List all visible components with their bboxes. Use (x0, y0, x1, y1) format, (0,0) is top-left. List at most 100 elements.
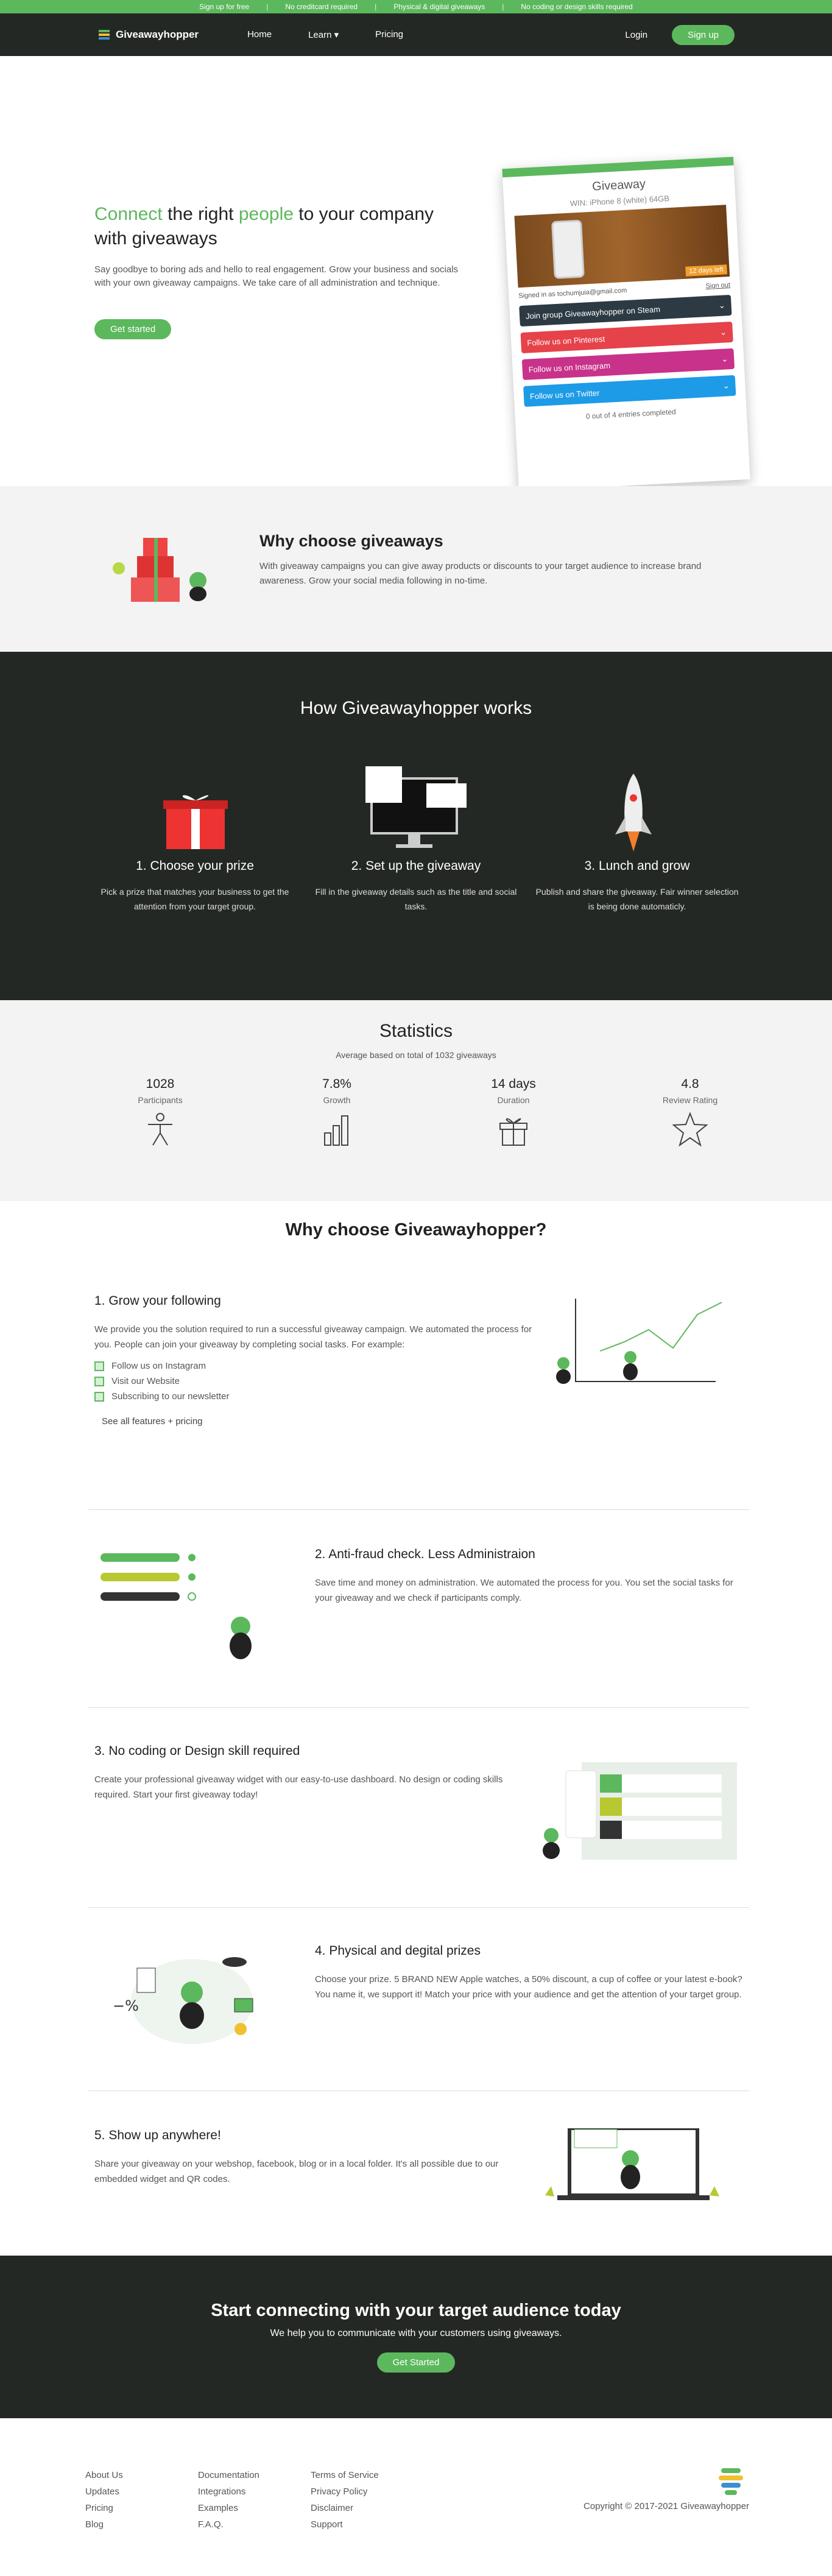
footer-link[interactable]: Support (311, 2516, 379, 2533)
topbar: Sign up for free | No creditcard required… (0, 0, 832, 13)
logo-icon (99, 30, 110, 40)
brand-name: Giveawayhopper (116, 29, 199, 40)
gift-box-icon (163, 795, 228, 849)
step-title: 3. Lunch and grow (584, 859, 690, 873)
hero-title: Connect the right people to your company… (94, 202, 466, 251)
feature-text: Share your giveaway on your webshop, fac… (94, 2159, 499, 2184)
signed-in-text: Signed in as tochumjuia@gmail.com (518, 286, 627, 300)
chevron-down-icon: ⌄ (722, 381, 730, 390)
stat-label: Participants (138, 1095, 183, 1105)
footer-link[interactable]: Documentation (198, 2467, 259, 2483)
stat-value: 7.8% (322, 1077, 351, 1091)
hero-title-part: people (238, 204, 294, 224)
stat-rating: 4.8 Review Rating (644, 1077, 736, 1151)
stat-value: 4.8 (681, 1077, 699, 1091)
stats-subtitle: Average based on total of 1032 giveaways (336, 1050, 496, 1060)
task-label: Join group Giveawayhopper on Steam (525, 304, 661, 321)
giveaway-widget: Giveaway WIN: iPhone 8 (white) 64GB 12 d… (502, 157, 750, 492)
prizes-illustration: −% (113, 1957, 253, 2044)
step-text: Fill in the giveaway details such as the… (315, 887, 517, 911)
sign-out-link[interactable]: Sign out (705, 281, 730, 290)
footer-link[interactable]: F.A.Q. (198, 2516, 259, 2533)
stat-value: 1028 (146, 1077, 175, 1091)
login-link[interactable]: Login (625, 30, 647, 40)
dashboard-monitor-icon (365, 766, 467, 848)
feature-anywhere: 5. Show up anywhere! Share your giveaway… (94, 2128, 749, 2200)
step-title: 1. Choose your prize (136, 859, 254, 873)
footer-logo-icon (719, 2468, 743, 2495)
stat-label: Growth (323, 1095, 351, 1105)
hero-section: Connect the right people to your company… (0, 56, 832, 492)
divider (88, 1907, 749, 1908)
cta-section: Start connecting with your target audien… (0, 2256, 832, 2418)
footer-col: Terms of Service Privacy Policy Disclaimer… (311, 2467, 379, 2533)
nav-learn[interactable]: Learn ▾ (308, 29, 339, 40)
cta-get-started-button[interactable]: Get Started (376, 2352, 456, 2373)
footer-link[interactable]: Disclaimer (311, 2500, 379, 2516)
check-label: Visit our Website (111, 1376, 180, 1386)
footer-col: Documentation Integrations Examples F.A.Q. (198, 2467, 259, 2533)
task-pinterest[interactable]: Follow us on Pinterest ⌄ (520, 321, 733, 354)
stat-participants: 1028 Participants (115, 1077, 206, 1151)
footer-link[interactable]: Blog (85, 2516, 123, 2533)
check-label: Subscribing to our newsletter (111, 1391, 230, 1402)
laptop-illustration (545, 2128, 719, 2200)
feature-title: 3. No coding or Design skill required (94, 1744, 300, 1758)
how-it-works-section: How Giveawayhopper works 1. Choose your … (0, 652, 832, 1000)
signup-button[interactable]: Sign up (672, 24, 735, 45)
how-title: How Giveawayhopper works (300, 698, 532, 718)
nav-learn-label: Learn (308, 30, 332, 40)
step-setup: 2. Set up the giveaway Fill in the giveaw… (312, 859, 520, 914)
days-left-badge: 12 days left (685, 264, 727, 277)
task-steam[interactable]: Join group Giveawayhopper on Steam ⌄ (519, 294, 732, 327)
checklist-illustration (100, 1553, 252, 1659)
task-label: Follow us on Twitter (529, 387, 600, 401)
bar-chart-icon (324, 1115, 348, 1146)
svg-text:−%: −% (113, 1997, 139, 2014)
feature-text: Choose your prize. 5 BRAND NEW Apple wat… (315, 1974, 742, 2000)
features-pricing-link[interactable]: See all features + pricing (102, 1416, 749, 1427)
checkbox-icon (94, 1361, 104, 1371)
task-label: Follow us on Pinterest (526, 334, 605, 348)
task-label: Follow us on Instagram (528, 360, 611, 374)
nav-home[interactable]: Home (247, 29, 272, 40)
stat-growth: 7.8% Growth (291, 1077, 383, 1151)
footer-link[interactable]: Pricing (85, 2500, 123, 2516)
stat-label: Duration (497, 1095, 530, 1105)
footer-link[interactable]: Integrations (198, 2483, 259, 2500)
feature-text: Create your professional giveaway widget… (94, 1774, 503, 1800)
star-icon (672, 1112, 708, 1147)
checkbox-icon (94, 1391, 104, 1402)
copyright: Copyright © 2017-2021 Giveawayhopper (583, 2501, 749, 2511)
chevron-down-icon: ▾ (334, 30, 339, 40)
hero-title-part: Connect (94, 204, 163, 224)
brand-logo[interactable]: Giveawayhopper (97, 28, 199, 41)
why-hopper-title: Why choose Giveawayhopper? (285, 1220, 547, 1240)
footer-col: About Us Updates Pricing Blog (85, 2467, 123, 2533)
divider (88, 1509, 749, 1510)
footer-link[interactable]: Privacy Policy (311, 2483, 379, 2500)
divider (88, 1707, 749, 1708)
stat-value: 14 days (491, 1077, 536, 1091)
rocket-icon (615, 774, 652, 852)
task-instagram[interactable]: Follow us on Instagram ⌄ (521, 348, 735, 380)
feature-text: Save time and money on administration. W… (315, 1578, 733, 1603)
step-text: Publish and share the giveaway. Fair win… (535, 887, 739, 911)
footer-link[interactable]: About Us (85, 2467, 123, 2483)
growth-chart-illustration (556, 1299, 722, 1384)
task-twitter[interactable]: Follow us on Twitter ⌄ (523, 375, 736, 407)
footer-link[interactable]: Terms of Service (311, 2467, 379, 2483)
get-started-button[interactable]: Get started (94, 319, 172, 339)
checkbox-icon (94, 1376, 104, 1386)
check-label: Follow us on Instagram (111, 1361, 206, 1371)
topbar-item: Sign up for free (199, 2, 250, 11)
nav-pricing[interactable]: Pricing (375, 29, 403, 40)
feature-title: 2. Anti-fraud check. Less Administraion (315, 1547, 535, 1561)
footer-link[interactable]: Updates (85, 2483, 123, 2500)
why-text: With giveaway campaigns you can give awa… (259, 561, 702, 586)
statistics-section: Statistics Average based on total of 103… (0, 1000, 832, 1201)
feature-text: We provide you the solution required to … (94, 1324, 532, 1350)
chevron-down-icon: ⌄ (721, 354, 728, 364)
phone-icon (551, 219, 585, 280)
footer-link[interactable]: Examples (198, 2500, 259, 2516)
